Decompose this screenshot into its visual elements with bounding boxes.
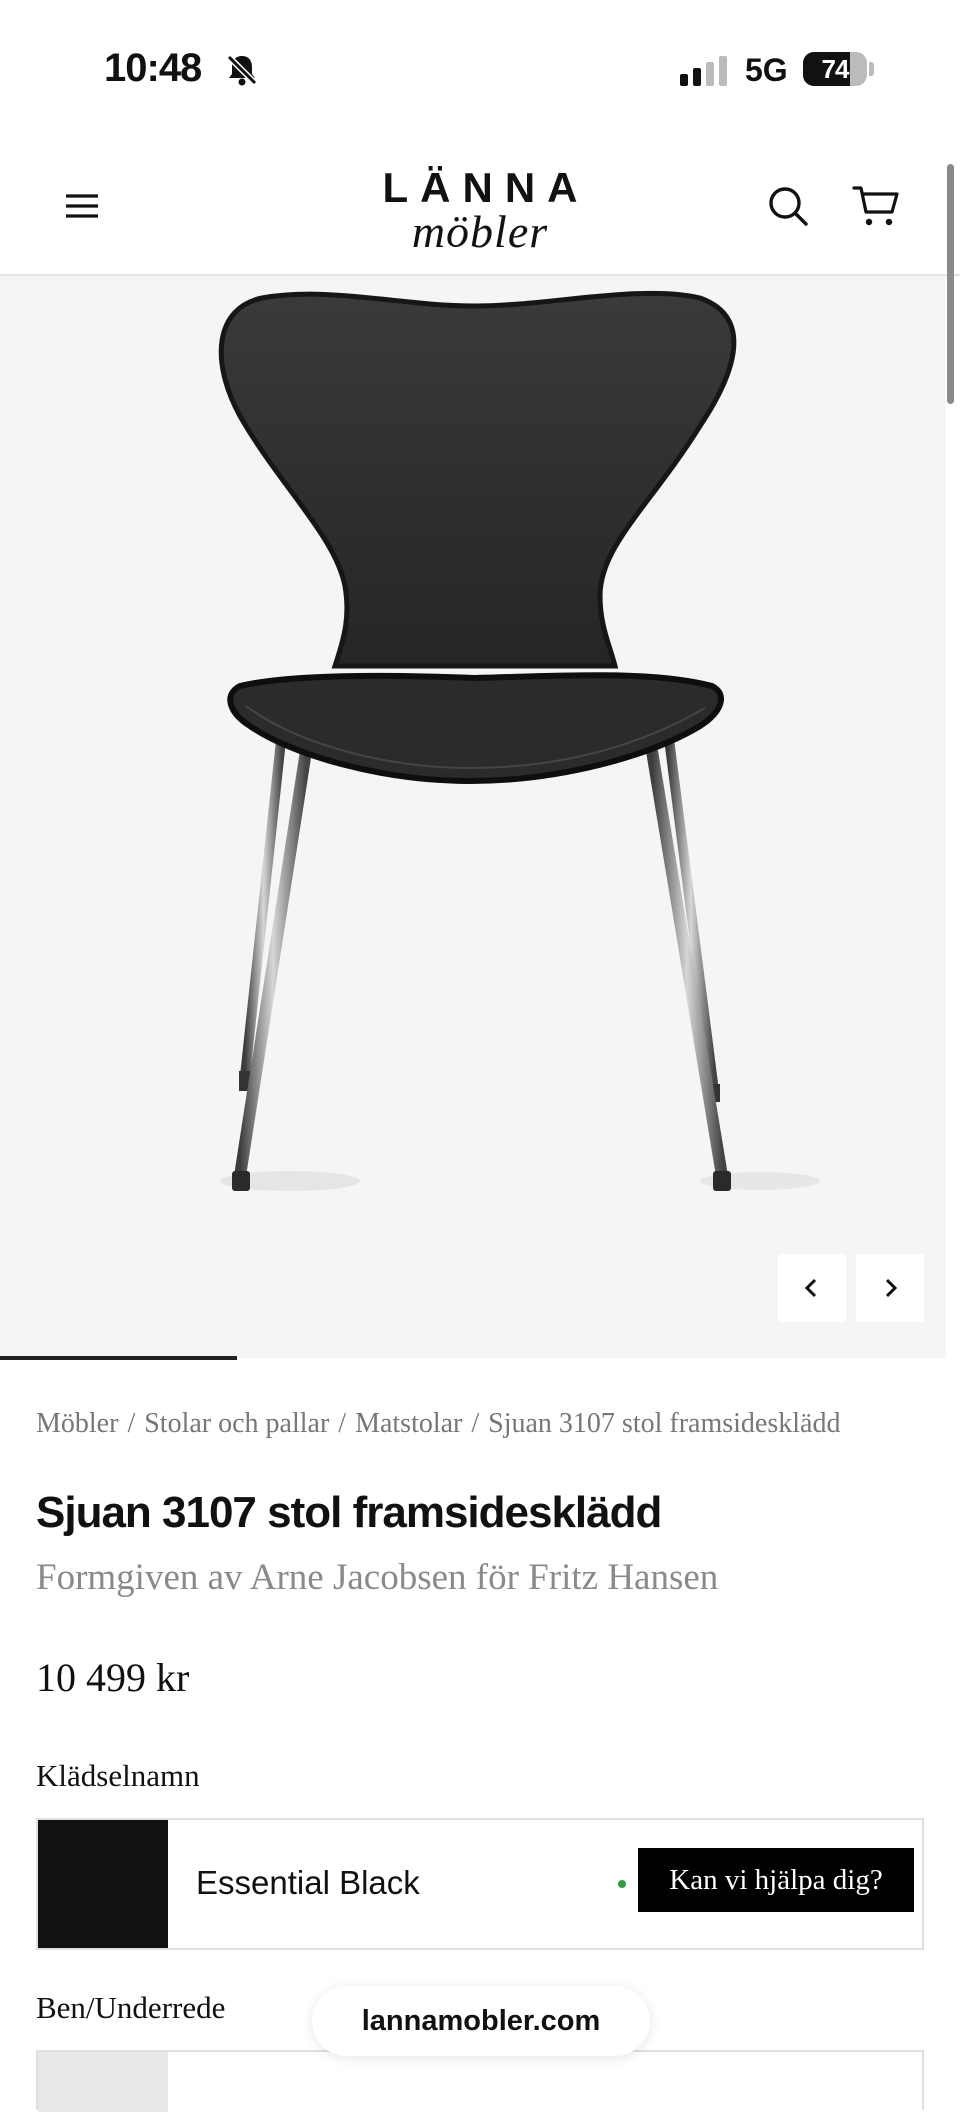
breadcrumb-separator: / <box>338 1408 347 1439</box>
breadcrumb-item-mobler[interactable]: Möbler <box>36 1408 118 1439</box>
base-label: Ben/Underrede <box>36 1990 226 2025</box>
browser-url-bar[interactable]: lannamobler.com <box>312 1986 650 2056</box>
breadcrumb-item-matstolar[interactable]: Matstolar <box>355 1408 462 1439</box>
battery-icon: 74 <box>803 52 867 86</box>
upholstery-value: Essential Black <box>196 1864 420 1901</box>
chat-help-button[interactable]: Kan vi hjälpa dig? <box>638 1848 914 1912</box>
product-price: 10 499 kr <box>36 1655 190 1700</box>
battery-tip <box>869 62 874 76</box>
base-selector[interactable] <box>36 2050 924 2112</box>
logo-line1: LÄNNA <box>382 164 590 211</box>
gallery-next-button[interactable] <box>856 1254 924 1322</box>
product-title: Sjuan 3107 stol framsidesklädd <box>36 1488 662 1537</box>
status-bar: 10:48 5G 74 <box>0 0 960 140</box>
breadcrumb-separator: / <box>471 1408 480 1439</box>
gallery-progress-bar <box>0 1356 237 1360</box>
status-time: 10:48 <box>104 46 202 90</box>
gallery-prev-button[interactable] <box>778 1254 846 1322</box>
bell-muted-icon <box>226 54 258 86</box>
logo-line2: möbler <box>411 206 549 257</box>
battery-percent: 74 <box>821 54 850 84</box>
menu-icon[interactable] <box>62 190 102 222</box>
site-header: LÄNNA möbler <box>0 140 960 276</box>
product-designer: Formgiven av Arne Jacobsen för Fritz Han… <box>36 1557 719 1598</box>
chevron-left-icon <box>804 1278 817 1298</box>
chevron-right-icon <box>885 1278 898 1298</box>
stock-status-dot <box>618 1880 626 1888</box>
upholstery-swatch <box>38 1820 168 1948</box>
signal-icon <box>680 56 727 86</box>
breadcrumb: Möbler / Stolar och pallar / Matstolar / Sjuan… <box>36 1408 960 1440</box>
breadcrumb-item-current: Sjuan 3107 stol framsidesklädd <box>488 1408 841 1439</box>
network-label: 5G <box>745 52 788 88</box>
breadcrumb-separator: / <box>127 1408 136 1439</box>
upholstery-label: Klädselnamn <box>36 1758 200 1793</box>
search-icon[interactable] <box>766 184 810 228</box>
cart-icon[interactable] <box>852 184 900 228</box>
base-swatch <box>38 2052 168 2112</box>
product-image-gallery[interactable] <box>0 276 946 1358</box>
breadcrumb-item-stolar-och-pallar[interactable]: Stolar och pallar <box>144 1408 329 1439</box>
page-scrollbar[interactable] <box>947 164 954 404</box>
site-logo[interactable]: LÄNNA möbler <box>330 164 630 255</box>
chair-product-image <box>218 290 820 1191</box>
